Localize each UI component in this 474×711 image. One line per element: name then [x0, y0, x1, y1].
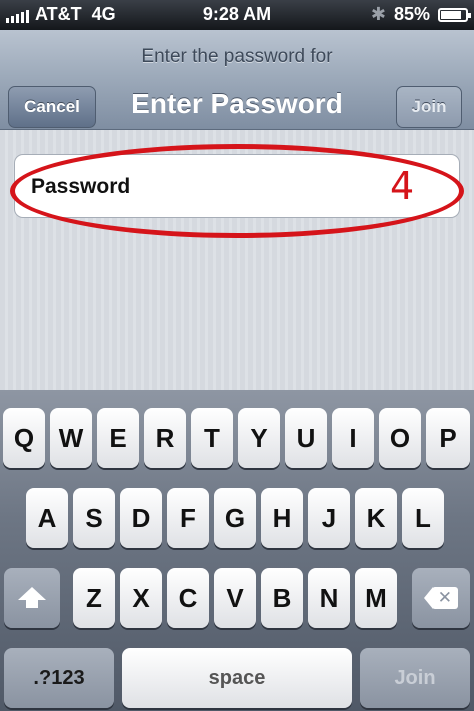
key-c[interactable]: C: [167, 568, 209, 628]
battery-percent: 85%: [393, 4, 430, 24]
key-s[interactable]: S: [73, 488, 115, 548]
key-r[interactable]: R: [144, 408, 186, 468]
key-f[interactable]: F: [167, 488, 209, 548]
key-g[interactable]: G: [214, 488, 256, 548]
key-k[interactable]: K: [355, 488, 397, 548]
status-bar: AT&T 4G 9:28 AM ✱ 85%: [0, 0, 474, 30]
keyboard: Q W E R T Y U I O P A S D F G H J K L Z …: [0, 390, 474, 711]
key-o[interactable]: O: [379, 408, 421, 468]
key-b[interactable]: B: [261, 568, 303, 628]
key-m[interactable]: M: [355, 568, 397, 628]
key-v[interactable]: V: [214, 568, 256, 628]
key-x[interactable]: X: [120, 568, 162, 628]
key-y[interactable]: Y: [238, 408, 280, 468]
key-q[interactable]: Q: [3, 408, 45, 468]
key-h[interactable]: H: [261, 488, 303, 548]
shift-icon: [18, 587, 46, 609]
numbers-key[interactable]: .?123: [4, 648, 114, 708]
delete-key[interactable]: ✕: [412, 568, 470, 628]
key-w[interactable]: W: [50, 408, 92, 468]
key-u[interactable]: U: [285, 408, 327, 468]
key-n[interactable]: N: [308, 568, 350, 628]
key-a[interactable]: A: [26, 488, 68, 548]
password-label: Password: [31, 175, 131, 198]
join-key[interactable]: Join: [360, 648, 470, 708]
shift-key[interactable]: [4, 568, 60, 628]
key-j[interactable]: J: [308, 488, 350, 548]
key-i[interactable]: I: [332, 408, 374, 468]
key-e[interactable]: E: [97, 408, 139, 468]
join-button[interactable]: Join: [396, 86, 462, 128]
key-z[interactable]: Z: [73, 568, 115, 628]
annotation-number: 4: [390, 164, 415, 208]
delete-icon: ✕: [424, 587, 458, 609]
key-d[interactable]: D: [120, 488, 162, 548]
key-l[interactable]: L: [402, 488, 444, 548]
nav-prompt: Enter the password for: [141, 46, 333, 67]
nav-bar: Enter the password for Cancel Enter Pass…: [0, 30, 474, 130]
battery-icon: [438, 7, 471, 22]
battery-fill: [441, 10, 462, 19]
status-right: ✱ 85%: [370, 4, 471, 25]
space-key[interactable]: space: [122, 648, 352, 708]
key-p[interactable]: P: [426, 408, 470, 468]
key-t[interactable]: T: [191, 408, 233, 468]
content-area: Password 4: [0, 130, 474, 390]
bluetooth-icon: ✱: [370, 4, 386, 24]
